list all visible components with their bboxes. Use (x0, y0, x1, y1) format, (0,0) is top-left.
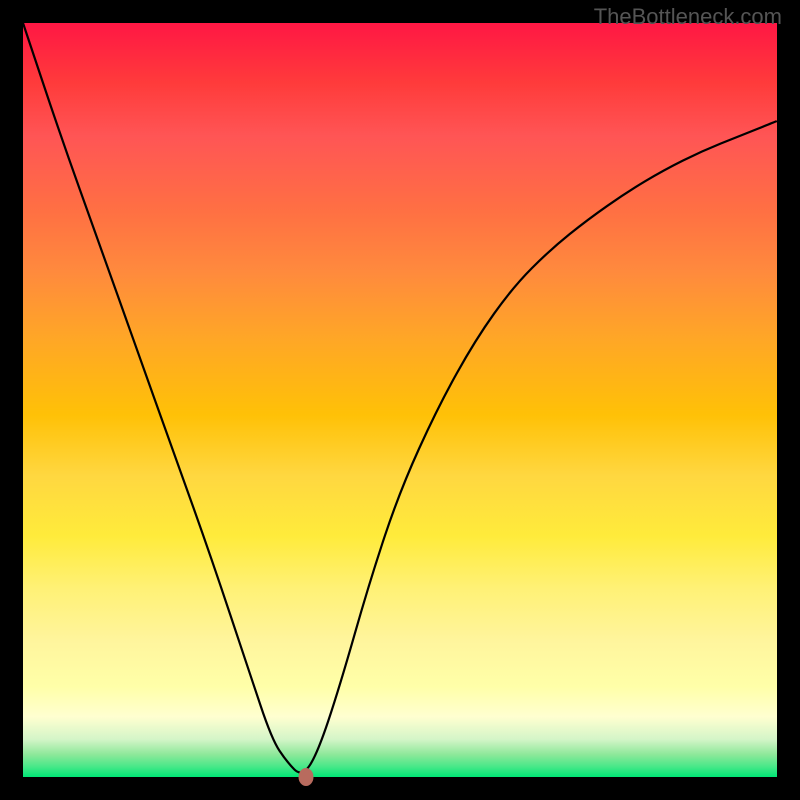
bottleneck-curve-svg (23, 23, 777, 777)
chart-plot-area (23, 23, 777, 777)
bottleneck-curve-path (23, 23, 777, 772)
optimal-point-marker (298, 768, 313, 786)
watermark-text: TheBottleneck.com (594, 4, 782, 30)
